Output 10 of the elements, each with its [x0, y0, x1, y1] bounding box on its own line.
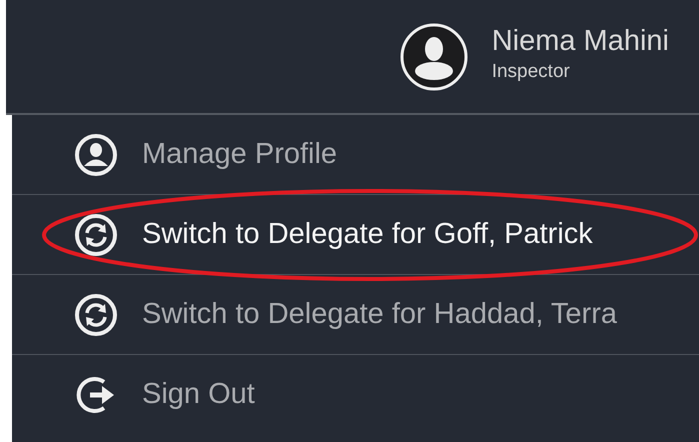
user-name: Niema Mahini — [492, 26, 669, 58]
menu-item[interactable]: Manage Profile — [142, 132, 338, 176]
user-role: Inspector — [492, 60, 571, 84]
menu-item[interactable]: Switch to Delegate for Goff, Patrick — [142, 212, 593, 256]
profile-icon — [74, 132, 118, 176]
avatar-icon[interactable] — [400, 22, 468, 90]
menu-item[interactable]: Sign Out — [142, 373, 255, 417]
refresh-icon — [74, 292, 118, 336]
menu-item[interactable]: Switch to Delegate for Haddad, Terra — [142, 292, 618, 336]
refresh-icon — [74, 212, 118, 256]
